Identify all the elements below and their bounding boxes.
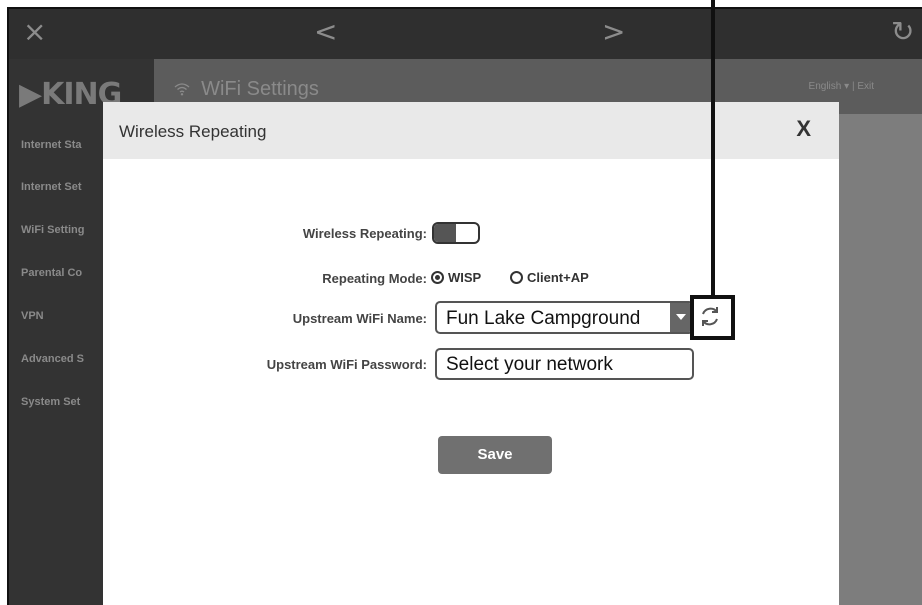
- sidebar-item-parental-controls[interactable]: Parental Co: [21, 267, 82, 279]
- sidebar-item-wifi-settings[interactable]: WiFi Setting: [21, 224, 84, 236]
- wireless-repeating-modal: Wireless Repeating X Wireless Repeating:…: [103, 102, 839, 605]
- page-title-text: WiFi Settings: [201, 78, 319, 100]
- radio-selected-icon: [431, 271, 444, 284]
- modal-header: Wireless Repeating X: [103, 102, 839, 159]
- upstream-password-field[interactable]: Select your network: [435, 348, 694, 380]
- radio-unselected-icon: [510, 271, 523, 284]
- browser-toolbar: × < > ↻: [9, 9, 922, 59]
- toggle-knob: [434, 224, 456, 242]
- sidebar-item-vpn[interactable]: VPN: [21, 310, 44, 322]
- upstream-wifi-select[interactable]: Fun Lake Campground: [435, 301, 694, 334]
- radio-client-ap[interactable]: Client+AP: [510, 270, 589, 285]
- device-frame: × < > ↻ ▶KING Internet Sta Internet Set …: [0, 0, 922, 605]
- radio-wisp-label: WISP: [448, 270, 482, 285]
- language-select[interactable]: English: [809, 81, 842, 92]
- exit-link[interactable]: Exit: [857, 81, 874, 92]
- upstream-name-label: Upstream WiFi Name:: [292, 311, 427, 326]
- password-placeholder: Select your network: [446, 354, 613, 375]
- radio-wisp[interactable]: WISP: [431, 270, 481, 285]
- back-icon[interactable]: <: [314, 15, 337, 49]
- wifi-icon: [174, 80, 195, 99]
- forward-icon[interactable]: >: [602, 15, 625, 49]
- dropdown-caret-icon[interactable]: [670, 303, 692, 332]
- radio-client-ap-label: Client+AP: [527, 270, 589, 285]
- sidebar-item-system-settings[interactable]: System Set: [21, 396, 80, 408]
- repeating-label: Wireless Repeating:: [302, 226, 427, 241]
- callout-highlight-box: [690, 295, 735, 340]
- modal-title: Wireless Repeating: [119, 122, 267, 141]
- screen: × < > ↻ ▶KING Internet Sta Internet Set …: [7, 7, 922, 605]
- modal-close-button[interactable]: X: [796, 116, 811, 142]
- reload-icon[interactable]: ↻: [891, 15, 914, 49]
- sidebar-item-internet-status[interactable]: Internet Sta: [21, 139, 82, 151]
- repeating-mode-label: Repeating Mode:: [322, 271, 427, 286]
- page-title: WiFi Settings: [174, 78, 319, 101]
- upstream-password-label: Upstream WiFi Password:: [266, 357, 427, 372]
- close-icon[interactable]: ×: [23, 15, 46, 49]
- save-button[interactable]: Save: [438, 436, 552, 474]
- sidebar-item-internet-settings[interactable]: Internet Set: [21, 181, 82, 193]
- callout-leader-line: [711, 0, 715, 295]
- sidebar-item-advanced-settings[interactable]: Advanced S: [21, 353, 84, 365]
- language-bar: English ▾ | Exit: [809, 81, 874, 92]
- chevron-down-icon[interactable]: ▾: [844, 81, 852, 92]
- upstream-wifi-value: Fun Lake Campground: [446, 308, 641, 329]
- repeating-toggle[interactable]: [432, 222, 480, 244]
